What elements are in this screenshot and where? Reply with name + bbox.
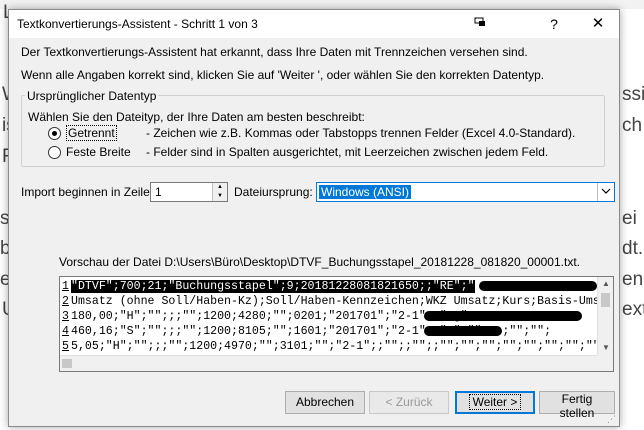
redaction-mark <box>424 311 582 321</box>
finish-button-label: Fertig stellen <box>559 392 595 420</box>
spin-down-icon[interactable]: ▼ <box>212 192 227 201</box>
close-button[interactable]: ✕ <box>577 10 619 38</box>
bg-fragment: ch <box>622 115 643 136</box>
radio-button-checked[interactable] <box>48 127 61 140</box>
import-start-row-label: Import beginnen in Zeile: <box>21 185 154 199</box>
radio-delimited-label-wrap: Getrennt <box>66 125 117 141</box>
preview-row[interactable]: 2 Umsatz (ohne Soll/Haben-Kz);Soll/Haben-… <box>62 294 597 309</box>
back-button-label: < Zurück <box>385 395 433 409</box>
cancel-button-label: Abbrechen <box>295 395 355 409</box>
import-start-row-value: 1 <box>155 185 162 199</box>
radio-delimited-label: Getrennt <box>66 125 117 141</box>
bg-fragment: ssig <box>622 84 644 105</box>
preview-rows: 1 "DTVF";700;21;"Buchungsstapel";9;201812… <box>62 279 597 355</box>
resize-grip-icon[interactable]: ⋰ <box>607 414 617 424</box>
preview-row-number: 5 <box>62 340 69 353</box>
preview-row[interactable]: 4 460,16;"S";"";;;"";1200;8105;"";1601;"2… <box>62 324 597 339</box>
chevron-down-icon[interactable] <box>597 183 614 201</box>
preview-row-text: 180,00;"H";"";;;"";1200;4280;"";0201;"20… <box>71 310 475 323</box>
next-button[interactable]: Weiter > <box>455 391 535 414</box>
preview-horizontal-scrollbar[interactable] <box>60 355 597 371</box>
groupbox-description: Wählen Sie den Dateityp, der Ihre Daten … <box>28 110 365 124</box>
scroll-up-icon[interactable]: ▲ <box>598 277 613 291</box>
next-button-label: Weiter > <box>468 394 522 410</box>
detection-info-text: Der Textkonvertierungs-Assistent hat erk… <box>21 45 528 59</box>
cancel-button[interactable]: Abbrechen <box>285 391 365 414</box>
scrollbar-corner <box>597 355 613 371</box>
radio-delimited-description: - Zeichen wie z.B. Kommas oder Tabstopps… <box>146 126 576 140</box>
preview-row[interactable]: 3 180,00;"H";"";;;"";1200;4280;"";0201;"2… <box>62 309 597 324</box>
redaction-mark <box>479 281 597 291</box>
import-start-row-spinner[interactable]: 1 ▲ ▼ <box>150 182 228 202</box>
help-button[interactable]: ? <box>533 10 575 38</box>
radio-button-unchecked[interactable] <box>48 146 61 159</box>
preview-row-text: 5,05;"H";"";;;"";1200;4970;"";3101;"";"2… <box>71 340 597 353</box>
file-origin-label: Dateiursprung: <box>234 185 313 199</box>
radio-fixed-width[interactable]: Feste Breite - Felder sind in Spalten au… <box>48 145 568 161</box>
file-origin-select[interactable]: Windows (ANSI) <box>316 182 615 202</box>
radio-fixed-width-label: Feste Breite <box>66 145 131 159</box>
vertical-scroll-thumb[interactable] <box>601 293 610 307</box>
bg-fragment: dt. <box>622 238 644 259</box>
text-import-wizard-dialog: Textkonvertierungs-Assistent - Schritt 1… <box>8 9 620 427</box>
preview-vertical-scrollbar[interactable]: ▲ ▼ <box>597 277 613 355</box>
preview-row[interactable]: 1 "DTVF";700;21;"Buchungsstapel";9;201812… <box>62 279 597 294</box>
preview-row-text: "DTVF";700;21;"Buchungsstapel";9;2018122… <box>71 280 475 293</box>
preview-row-number: 4 <box>62 325 69 338</box>
preview-row-number: 1 <box>62 279 71 294</box>
preview-row-text: Umsatz (ohne Soll/Haben-Kz);Soll/Haben-K… <box>71 295 597 308</box>
file-origin-value: Windows (ANSI) <box>319 185 412 199</box>
finish-button[interactable]: Fertig stellen <box>539 391 615 420</box>
back-button[interactable]: < Zurück <box>369 391 449 414</box>
window-menu-icon[interactable] <box>459 10 501 38</box>
preview-label: Vorschau der Datei D:\Users\Büro\Desktop… <box>59 255 580 269</box>
preview-row-number: 3 <box>62 310 69 323</box>
bg-fragment: en <box>622 269 644 290</box>
scroll-down-icon[interactable]: ▼ <box>598 341 613 355</box>
horizontal-scroll-thumb[interactable] <box>62 359 72 368</box>
dialog-title: Textkonvertierungs-Assistent - Schritt 1… <box>17 17 258 31</box>
spin-up-icon[interactable]: ▲ <box>212 183 227 192</box>
redaction-mark <box>424 326 502 336</box>
file-preview[interactable]: 1 "DTVF";700;21;"Buchungsstapel";9;201812… <box>59 276 614 372</box>
groupbox-title: Ursprünglicher Datentyp <box>25 89 159 103</box>
bg-fragment: ext- <box>622 299 644 320</box>
preview-row[interactable]: 5 5,05;"H";"";;;"";1200;4970;"";3101;"";"… <box>62 339 597 354</box>
bg-fragment: ei <box>622 208 637 229</box>
preview-row-number: 2 <box>62 295 69 308</box>
radio-delimited[interactable]: Getrennt - Zeichen wie z.B. Kommas oder … <box>48 125 575 142</box>
dialog-titlebar[interactable]: Textkonvertierungs-Assistent - Schritt 1… <box>9 10 619 38</box>
background-toolbar-strip <box>0 0 644 9</box>
instruction-text: Wenn alle Angaben korrekt sind, klicken … <box>21 68 545 82</box>
radio-fixed-width-description: - Felder sind in Spalten ausgerichtet, m… <box>146 145 549 159</box>
